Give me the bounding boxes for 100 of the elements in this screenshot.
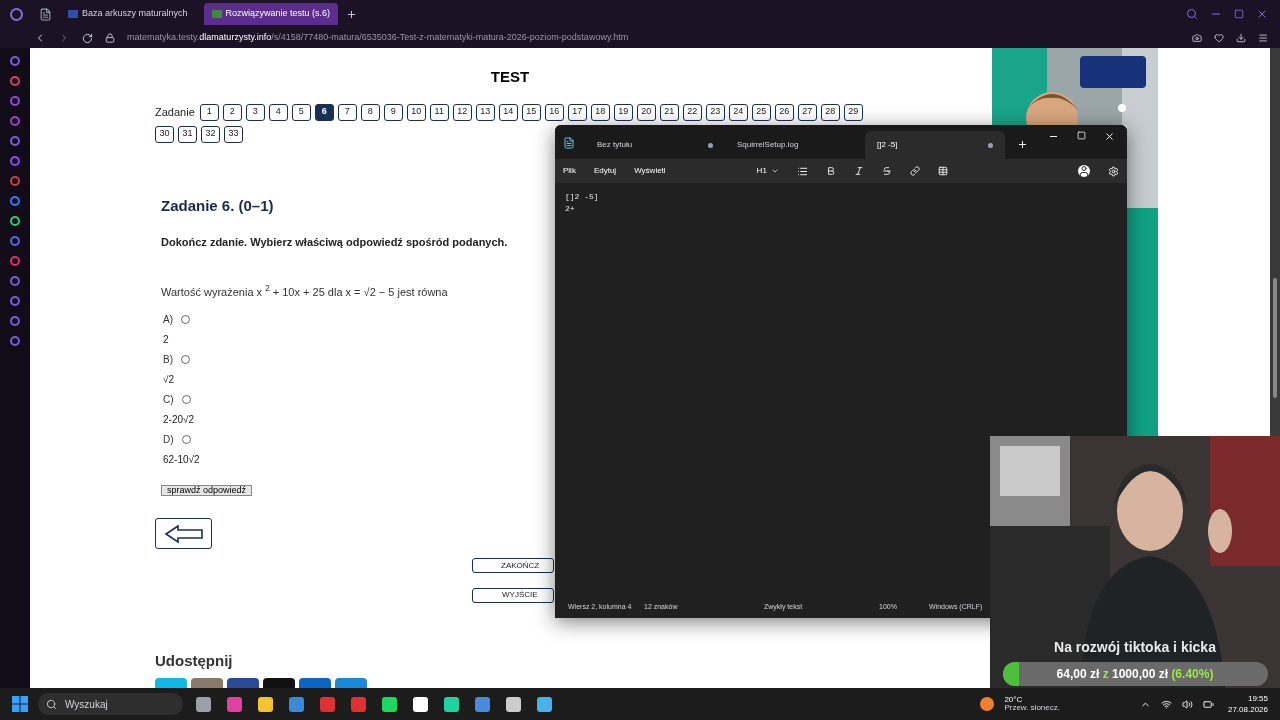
option-letter: C)	[163, 393, 174, 407]
task-number-button[interactable]: 13	[475, 103, 495, 121]
menu-icon[interactable]	[1258, 33, 1268, 43]
taskbar-app-icon[interactable]	[413, 696, 428, 712]
taskbar-app-icon[interactable]	[196, 696, 211, 712]
task-number-button[interactable]: 9	[383, 103, 403, 121]
task-number-button[interactable]: 33	[224, 125, 243, 143]
task-number-button[interactable]: 8	[360, 103, 380, 121]
weather-icon	[980, 697, 995, 711]
task-nav-label: Zadanie	[155, 104, 195, 120]
search-icon[interactable]	[1186, 8, 1198, 20]
browser-tab[interactable]: Rozwiązywanie testu (s.6)	[203, 3, 339, 25]
goal-title: Na rozwój tiktoka i kicka	[1054, 638, 1216, 657]
task-number-button[interactable]: 12	[452, 103, 472, 121]
task-title: Zadanie 6. (0–1)	[161, 195, 274, 216]
end-button[interactable]: ZAKOŃCZ	[472, 558, 554, 573]
task-number-button[interactable]: 10	[406, 103, 426, 121]
task-number-button[interactable]: 24	[728, 103, 748, 121]
list-icon[interactable]	[796, 165, 808, 177]
notepad-tab[interactable]: SquirrelSetup.log	[725, 131, 865, 159]
wifi-icon[interactable]	[1160, 698, 1172, 710]
text-line: []2 -5]	[565, 191, 599, 203]
tab-list-icon[interactable]	[39, 7, 52, 21]
menu-item[interactable]: Edytuj	[593, 165, 617, 177]
task-number-button[interactable]: 7	[337, 103, 357, 121]
option-value: 2	[163, 333, 170, 347]
back-arrow-button[interactable]	[155, 518, 212, 550]
task-number-button[interactable]: 19	[613, 103, 633, 121]
task-number-button[interactable]: 20	[636, 103, 656, 121]
task-number-button[interactable]: 17	[567, 103, 587, 121]
option-value: 2-20√2	[163, 413, 196, 427]
table-icon[interactable]	[937, 166, 948, 176]
windows-start-icon[interactable]	[12, 696, 28, 712]
search-icon	[46, 698, 57, 710]
heart-icon[interactable]	[1214, 33, 1224, 43]
task-number-button[interactable]: 28	[820, 103, 840, 121]
taskbar-app-icon[interactable]	[444, 696, 459, 712]
goal-progress-text: 64,00 zł z 1000,00 zł (6.40%)	[1056, 666, 1214, 683]
lock-icon	[105, 33, 115, 43]
task-number-button[interactable]: 6	[314, 103, 334, 121]
share-heading: Udostępnij	[155, 650, 234, 671]
battery-icon[interactable]	[1202, 698, 1214, 710]
browser-tab[interactable]: Baza arkuszy maturalnych	[60, 3, 196, 25]
option-value: 62-10√2	[163, 453, 201, 467]
volume-icon[interactable]	[1181, 698, 1193, 710]
task-number-button[interactable]: 29	[843, 103, 863, 121]
taskbar-app-icon[interactable]	[506, 696, 521, 712]
task-number-button[interactable]: 1	[199, 103, 219, 121]
option-letter: D)	[163, 433, 174, 447]
italic-icon[interactable]	[853, 166, 864, 176]
browser-logo-icon[interactable]	[10, 7, 23, 21]
task-number-button[interactable]: 25	[751, 103, 771, 121]
menu-item[interactable]: Wyświetl	[634, 165, 666, 177]
task-number-button[interactable]: 4	[268, 103, 288, 121]
notepad-tab[interactable]: Bez tytułu	[585, 131, 725, 159]
task-number-button[interactable]: 26	[774, 103, 794, 121]
task-number-button[interactable]: 16	[544, 103, 564, 121]
bold-icon[interactable]	[825, 166, 836, 176]
taskbar-app-icon[interactable]	[382, 696, 397, 712]
task-number-button[interactable]: 30	[155, 125, 174, 143]
task-number-button[interactable]: 22	[682, 103, 702, 121]
exit-button[interactable]: WYJŚCIE	[472, 587, 554, 603]
task-number-button[interactable]: 27	[797, 103, 817, 121]
task-number-button[interactable]: 32	[201, 125, 220, 143]
notepad-app-icon	[563, 137, 575, 149]
weather-temperature: 20°C	[1004, 696, 1024, 704]
link-icon[interactable]	[909, 166, 920, 176]
taskbar-search-field[interactable]: Wyszukaj	[38, 693, 183, 715]
caret-icon	[770, 167, 779, 175]
clock-time[interactable]: 19:55	[1247, 694, 1268, 703]
option-letter: B)	[163, 353, 173, 367]
left-arrow-icon	[163, 523, 204, 544]
task-number-button[interactable]: 14	[498, 103, 518, 121]
check-answer-button[interactable]: sprawdź odpowiedź	[161, 485, 253, 497]
task-number-button[interactable]: 5	[291, 103, 311, 121]
clock-date[interactable]: 27.08.2026	[1227, 705, 1268, 714]
menu-item[interactable]: Plik	[563, 165, 576, 177]
scrollbar-thumb[interactable]	[1273, 278, 1277, 398]
new-tab-icon[interactable]	[346, 8, 358, 20]
page-heading: TEST	[489, 67, 531, 87]
question-text: Wartość wyrażenia x $^{2}$ + 10x + 25 dla x = √2 − 5 jest równa	[161, 283, 449, 300]
option-letter: A)	[163, 313, 173, 327]
reload-icon[interactable]	[82, 32, 93, 44]
download-icon[interactable]	[1236, 33, 1246, 43]
taskbar-app-icon[interactable]	[258, 696, 273, 712]
notepad-tab[interactable]: []2 -5]	[865, 131, 1005, 159]
task-number-button[interactable]: 18	[590, 103, 610, 121]
task-number-button[interactable]: 23	[705, 103, 725, 121]
task-number-button[interactable]: 11	[429, 103, 449, 121]
task-number-button[interactable]: 21	[659, 103, 679, 121]
heading-dropdown[interactable]: H1	[756, 165, 779, 177]
task-number-button[interactable]: 2	[222, 103, 242, 121]
task-number-button[interactable]: 15	[521, 103, 541, 121]
strikethrough-icon[interactable]	[881, 166, 892, 176]
taskbar-app-icon[interactable]	[537, 696, 552, 712]
instruction-text: Dokończ zdanie. Wybierz właściwą odpowiedź spośród podanych.	[161, 235, 509, 250]
camera-icon[interactable]	[1192, 33, 1202, 43]
weather-description: Przew. słonecz.	[1004, 704, 1060, 712]
task-number-button[interactable]: 31	[178, 125, 197, 143]
task-number-button[interactable]: 3	[245, 103, 265, 121]
